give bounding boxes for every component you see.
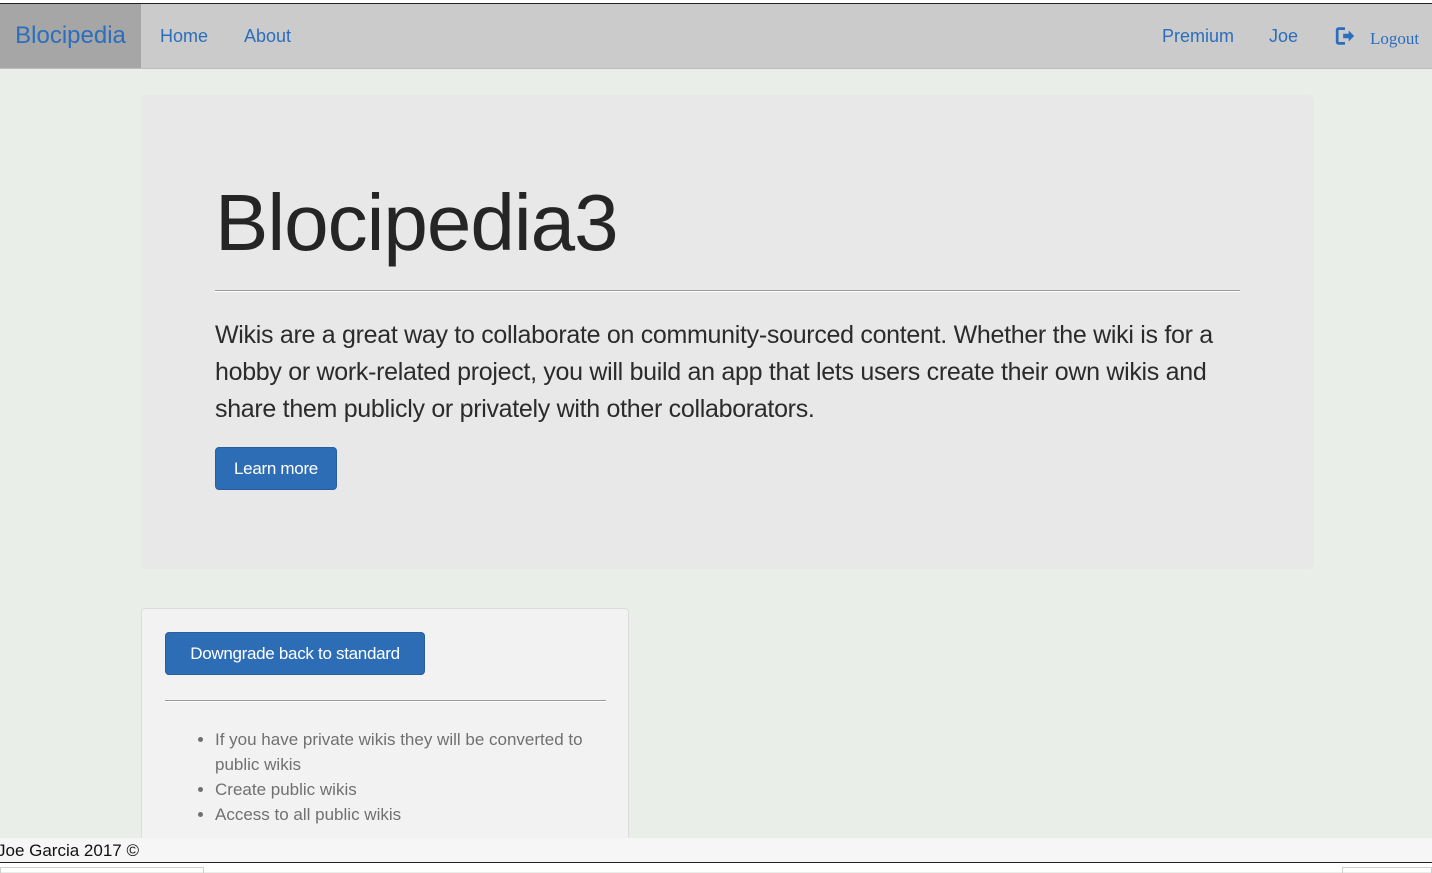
- nav-premium-link[interactable]: Premium: [1162, 4, 1234, 68]
- scrollbar-segment: [0, 867, 204, 873]
- hero-jumbotron: Blocipedia3 Wikis are a great way to col…: [141, 95, 1314, 569]
- downgrade-button[interactable]: Downgrade back to standard: [165, 632, 425, 675]
- logout-link[interactable]: Logout: [1334, 4, 1419, 68]
- scrollbar-segment: [1342, 867, 1432, 873]
- nav-about-link[interactable]: About: [244, 4, 291, 68]
- brand-link[interactable]: Blocipedia: [0, 4, 141, 68]
- navbar: Blocipedia Home About Premium Joe Logout: [0, 4, 1432, 69]
- logout-label: Logout: [1370, 29, 1420, 48]
- nav-user-link[interactable]: Joe: [1269, 4, 1298, 68]
- list-item: Access to all public wikis: [215, 802, 615, 827]
- footer-copyright: Joe Garcia 2017 ©: [0, 841, 139, 860]
- learn-more-button[interactable]: Learn more: [215, 447, 337, 490]
- nav-home-link[interactable]: Home: [160, 4, 208, 68]
- logout-icon: [1335, 27, 1355, 45]
- footer: Joe Garcia 2017 ©: [0, 838, 1432, 863]
- list-item: Create public wikis: [215, 777, 615, 802]
- plan-divider: [165, 700, 606, 702]
- plan-features-list: If you have private wikis they will be c…: [215, 727, 615, 827]
- window-bottom-border: [0, 862, 1432, 873]
- hero-description: Wikis are a great way to collaborate on …: [215, 321, 1213, 423]
- plan-panel: Downgrade back to standard If you have p…: [141, 608, 629, 848]
- list-item: If you have private wikis they will be c…: [215, 727, 615, 777]
- hero-divider: [215, 290, 1240, 292]
- page-title: Blocipedia3: [215, 178, 619, 267]
